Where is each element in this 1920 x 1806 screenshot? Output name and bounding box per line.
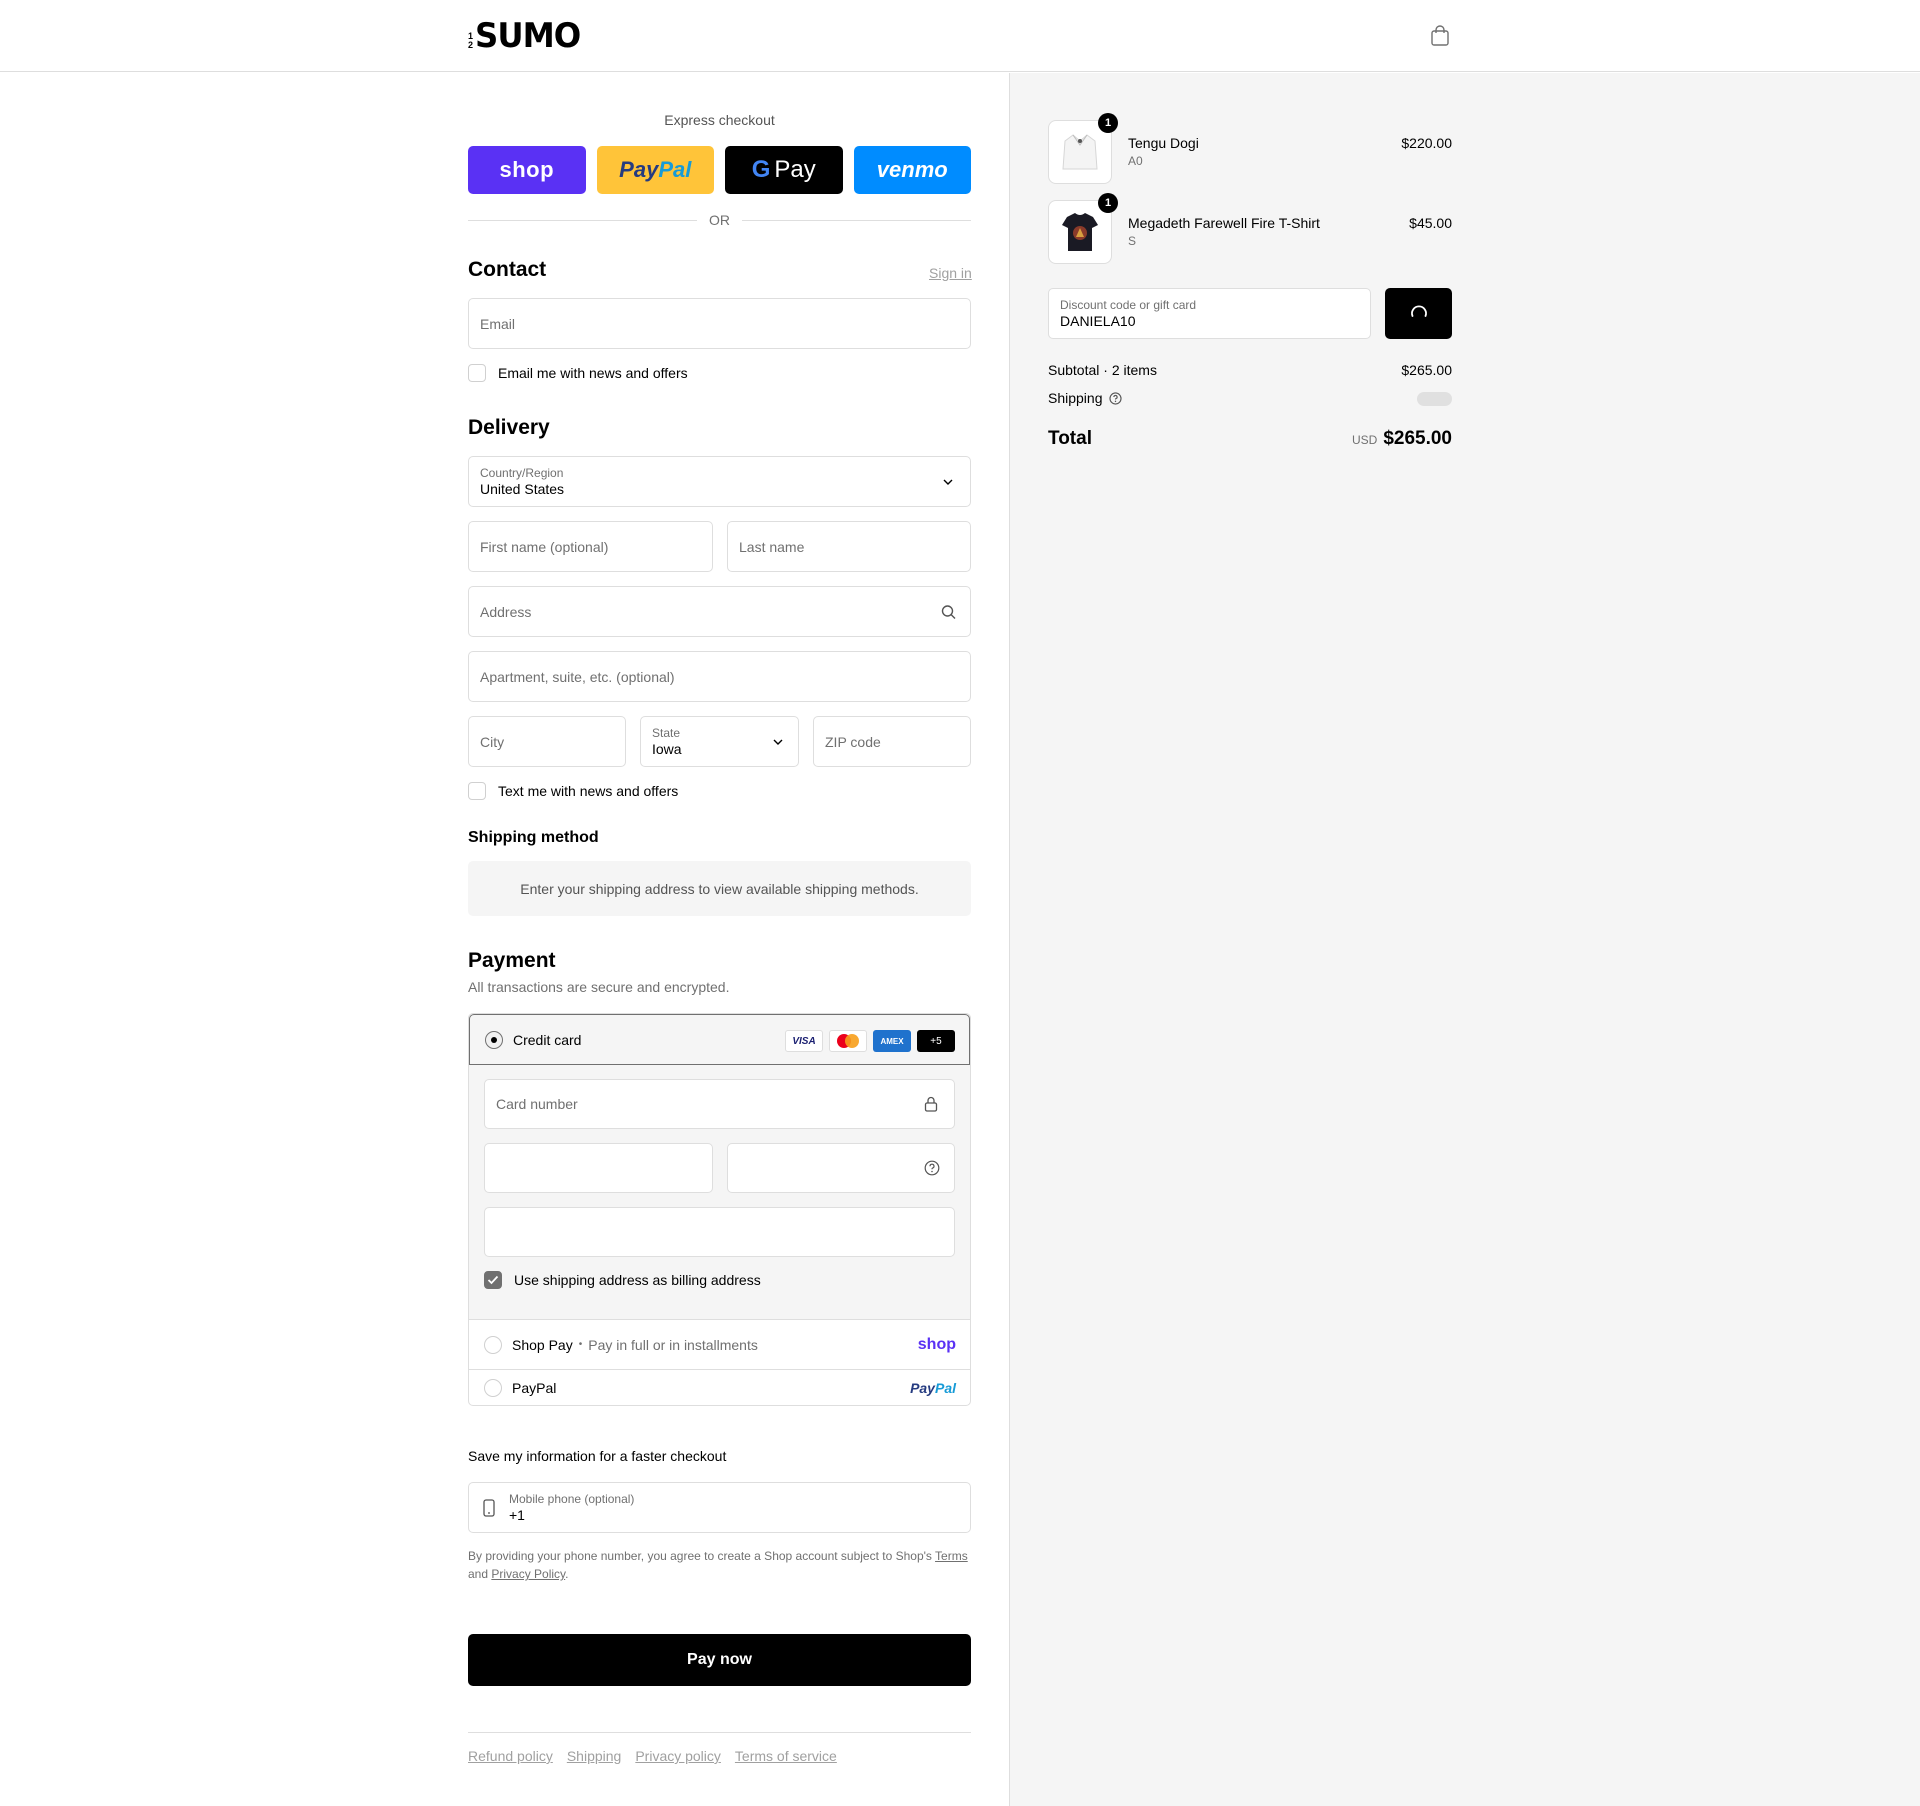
logo-text: SUMO [475,16,581,56]
refund-policy-link[interactable]: Refund policy [468,1748,553,1764]
check-icon [487,1275,499,1285]
google-icon: G [751,156,771,183]
card-number-field[interactable]: Card number [484,1079,955,1129]
apartment-field[interactable]: Apartment, suite, etc. (optional) [468,651,971,702]
mobile-phone-icon [483,1498,495,1517]
quantity-badge: 1 [1098,193,1118,213]
currency-code: USD [1351,433,1378,447]
shipping-loading-placeholder [1417,392,1452,406]
total-row: Total USD $265.00 [1048,428,1452,449]
contact-title: Contact [468,258,547,281]
apply-discount-button[interactable] [1385,288,1452,339]
total-amount: $265.00 [1383,428,1452,449]
pay-now-button[interactable]: Pay now [468,1634,971,1686]
footer-links: Refund policy Shipping Privacy policy Te… [468,1748,837,1764]
shipping-method-info: Enter your shipping address to view avai… [468,861,971,916]
venmo-button[interactable]: venmo [853,146,971,194]
privacy-policy-link[interactable]: Privacy Policy [491,1567,565,1581]
discount-code-field[interactable]: Discount code or gift card DANIELA10 [1048,288,1371,339]
shop-pay-logo: shop [917,1335,956,1353]
express-checkout-title: Express checkout [664,112,775,128]
shipping-row: Shipping [1048,390,1452,406]
chevron-down-icon [773,739,783,745]
product-price: $220.00 [1401,135,1452,151]
card-brands: VISA AMEX +5 [785,1030,955,1052]
sms-newsletter-checkbox[interactable]: Text me with news and offers [468,782,678,800]
shop-pay-button[interactable]: shop [468,146,586,194]
footer-divider [468,1732,971,1733]
radio-credit-card[interactable] [485,1030,503,1049]
checkbox-checked[interactable] [484,1271,502,1289]
sign-in-link[interactable]: Sign in [929,265,972,281]
paypal-logo: PayPal [910,1380,956,1396]
more-cards-badge: +5 [917,1030,955,1052]
radio-paypal[interactable] [484,1379,502,1397]
loading-spinner-icon [1410,305,1427,317]
mastercard-icon [829,1030,867,1052]
payment-title: Payment [468,949,556,972]
checkbox[interactable] [468,782,486,800]
credit-card-form: Card number Use shipping address as bill… [469,1065,970,1320]
checkbox[interactable] [468,364,486,382]
google-pay-button[interactable]: G Pay [725,146,843,194]
email-newsletter-checkbox[interactable]: Email me with news and offers [468,364,688,382]
visa-icon: VISA [785,1030,823,1052]
delivery-title: Delivery [468,416,550,439]
cart-item: 1 Megadeth Farewell Fire T-Shirt S $45.0… [1048,193,1452,266]
search-icon [941,604,956,619]
email-field[interactable]: Email [468,298,971,349]
express-checkout-buttons: shop Pay Pal G Pay venmo [468,146,971,194]
header: 1 2 SUMO [0,0,1920,72]
mobile-phone-field[interactable]: Mobile phone (optional) +1 [468,1482,971,1533]
store-logo[interactable]: 1 2 SUMO [468,16,586,56]
first-name-field[interactable]: First name (optional) [468,521,713,572]
lock-icon [924,1096,938,1112]
amex-icon: AMEX [873,1030,911,1052]
radio-shop-pay[interactable] [484,1335,502,1354]
shop-pay-option[interactable]: Shop Pay • Pay in full or in installment… [469,1320,970,1370]
product-name: Megadeth Farewell Fire T-Shirt [1128,215,1320,231]
shopping-bag-icon[interactable] [1430,25,1450,47]
or-divider: OR [468,212,971,228]
payment-subtitle: All transactions are secure and encrypte… [468,979,730,995]
help-circle-icon[interactable] [1108,391,1122,405]
name-on-card-field[interactable] [484,1207,955,1257]
state-select[interactable]: State Iowa [640,716,799,767]
paypal-option[interactable]: PayPal PayPal [469,1370,970,1405]
product-variant: A0 [1128,154,1143,168]
terms-of-service-link[interactable]: Terms of service [735,1748,837,1764]
terms-link[interactable]: Terms [935,1549,968,1563]
credit-card-option[interactable]: Credit card VISA AMEX +5 [469,1014,970,1065]
product-variant: S [1128,234,1137,248]
subtotal-row: Subtotal · 2 items $265.00 [1048,362,1452,378]
country-select[interactable]: Country/Region United States [468,456,971,507]
zip-field[interactable]: ZIP code [813,716,971,767]
security-code-field[interactable] [727,1143,955,1193]
shipping-method-title: Shipping method [468,829,599,846]
expiration-date-field[interactable] [484,1143,713,1193]
phone-legal-text: By providing your phone number, you agre… [468,1549,968,1581]
shipping-policy-link[interactable]: Shipping [567,1748,622,1764]
save-info-title: Save my information for a faster checkou… [468,1448,727,1464]
chevron-down-icon [943,479,953,485]
product-price: $45.00 [1409,215,1452,231]
help-circle-icon[interactable] [924,1160,940,1176]
paypal-button[interactable]: Pay Pal [596,146,714,194]
last-name-field[interactable]: Last name [727,521,971,572]
cart-item: 1 Tengu Dogi A0 $220.00 [1048,113,1452,186]
payment-methods: Credit card VISA AMEX +5 Card number Use… [468,1013,971,1406]
city-field[interactable]: City [468,716,626,767]
billing-address-checkbox[interactable]: Use shipping address as billing address [484,1271,761,1289]
product-name: Tengu Dogi [1128,135,1199,151]
privacy-policy-footer-link[interactable]: Privacy policy [635,1748,721,1764]
quantity-badge: 1 [1098,113,1118,133]
address-field[interactable]: Address [468,586,971,637]
